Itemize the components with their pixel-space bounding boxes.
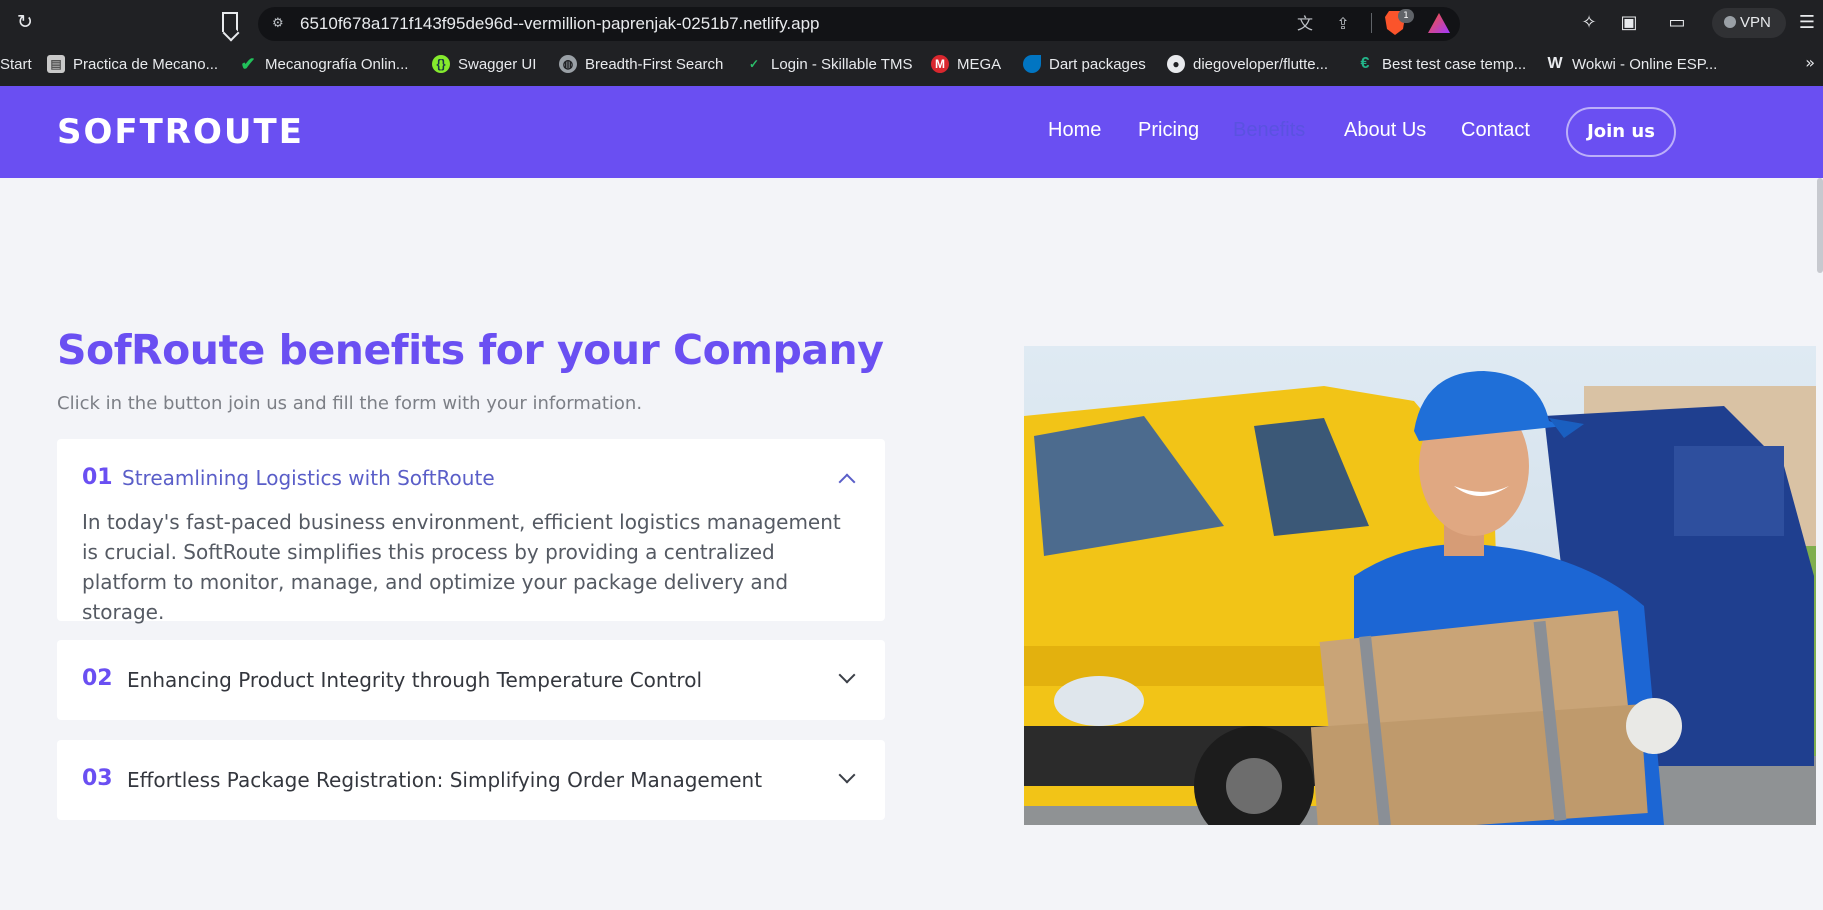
url-text[interactable]: 6510f678a171f143f95de96d--vermillion-pap… <box>300 14 820 34</box>
check-icon: ✔ <box>240 54 256 74</box>
bookmark-item[interactable]: Dart packages <box>1023 53 1146 75</box>
accordion-item[interactable]: 03 Effortless Package Registration: Simp… <box>57 740 885 820</box>
chevron-down-icon[interactable] <box>838 766 856 784</box>
bookmark-label: Dart packages <box>1049 55 1146 73</box>
chevron-up-icon[interactable] <box>838 473 856 491</box>
swagger-icon: {} <box>432 55 450 73</box>
bookmark-item[interactable]: Start <box>0 53 32 75</box>
item-number: 02 <box>82 666 113 691</box>
bookmarks-overflow-icon[interactable]: » <box>1805 53 1815 72</box>
bookmark-label: Wokwi - Online ESP... <box>1572 55 1718 73</box>
bookmark-item[interactable]: W Wokwi - Online ESP... <box>1546 53 1717 75</box>
wallet-icon[interactable]: ▭ <box>1666 12 1688 34</box>
bookmarks-bar: Start ▤ Practica de Mecano... ✔ Mecanograf… <box>0 46 1823 82</box>
site-info-icon[interactable]: ⚙ <box>272 16 288 32</box>
scrollbar-thumb[interactable] <box>1817 178 1823 273</box>
vpn-status-icon <box>1724 16 1736 28</box>
wokwi-icon: W <box>1547 55 1563 72</box>
extensions-icon[interactable]: ✧ <box>1578 12 1600 34</box>
bookmark-label: Best test case temp... <box>1382 55 1527 73</box>
brand-logo[interactable]: SOFTROUTE <box>57 112 304 152</box>
item-title: Effortless Package Registration: Simplif… <box>127 768 763 792</box>
accordion-header[interactable]: 02 Enhancing Product Integrity through T… <box>57 640 885 720</box>
shields-count-badge: 1 <box>1398 9 1414 23</box>
vpn-label: VPN <box>1740 14 1771 31</box>
reload-icon[interactable]: ↻ <box>14 11 36 33</box>
headline-bold: Company <box>673 326 884 374</box>
nav-benefits[interactable]: Benefits <box>1233 119 1305 142</box>
document-icon: ▤ <box>47 55 65 73</box>
bookmark-item[interactable]: € Best test case temp... <box>1356 53 1527 75</box>
menu-icon[interactable]: ☰ <box>1796 12 1818 34</box>
check-icon: ✓ <box>748 57 760 71</box>
nav-pricing[interactable]: Pricing <box>1138 119 1199 142</box>
bookmark-label: MEGA <box>957 55 1002 73</box>
bookmark-label: Login - Skillable TMS <box>771 55 913 73</box>
github-icon: ● <box>1167 55 1185 73</box>
bookmark-label: Breadth-First Search <box>585 55 724 73</box>
share-icon[interactable]: ⇪ <box>1332 13 1354 35</box>
mega-icon: M <box>931 55 949 73</box>
bookmark-item[interactable]: ● diegoveloper/flutte... <box>1167 53 1328 75</box>
browser-chrome: ↻ ⚙ 6510f678a171f143f95de96d--vermillion… <box>0 0 1823 86</box>
globe-icon: ◍ <box>559 55 577 73</box>
toolbar-divider <box>1371 13 1372 33</box>
bookmark-item[interactable]: ▤ Practica de Mecano... <box>47 53 218 75</box>
vpn-button[interactable]: VPN <box>1712 8 1786 38</box>
delivery-photo <box>1024 346 1816 825</box>
bookmark-item[interactable]: ✔ Mecanografía Onlin... <box>239 53 408 75</box>
sidebar-icon[interactable]: ▣ <box>1618 12 1640 34</box>
e-icon: € <box>1360 55 1370 72</box>
item-title: Enhancing Product Integrity through Temp… <box>127 668 703 692</box>
bookmark-label: diegoveloper/flutte... <box>1193 55 1329 73</box>
nav-home[interactable]: Home <box>1048 119 1101 142</box>
translate-icon[interactable]: 文 <box>1294 13 1316 35</box>
bookmark-label: Mecanografía Onlin... <box>265 55 409 73</box>
chevron-down-icon[interactable] <box>838 666 856 684</box>
join-us-button[interactable]: Join us <box>1566 107 1676 157</box>
bookmark-icon[interactable] <box>222 12 238 32</box>
accordion-header[interactable]: 03 Effortless Package Registration: Simp… <box>57 740 885 820</box>
address-bar[interactable]: ⚙ 6510f678a171f143f95de96d--vermillion-p… <box>258 7 1460 41</box>
bookmark-item[interactable]: ✓ Login - Skillable TMS <box>745 53 912 75</box>
item-title: Streamlining Logistics with SoftRoute <box>122 466 495 490</box>
page-scrollbar[interactable] <box>1817 178 1823 910</box>
bookmark-label: Start <box>0 55 32 73</box>
bookmark-item[interactable]: {} Swagger UI <box>432 53 536 75</box>
dart-icon <box>1023 55 1041 73</box>
item-number: 03 <box>82 766 113 791</box>
item-body: In today's fast-paced business environme… <box>82 510 841 624</box>
bookmark-label: Swagger UI <box>458 55 537 73</box>
bookmark-label: Practica de Mecano... <box>73 55 219 73</box>
benefits-subtitle: Click in the button join us and fill the… <box>57 393 643 414</box>
site-header: SOFTROUTE Home Pricing Benefits About Us… <box>0 86 1823 178</box>
item-number: 01 <box>82 465 113 490</box>
nav-about-us[interactable]: About Us <box>1344 119 1426 142</box>
benefits-headline: SofRoute benefits for your Company <box>57 326 884 374</box>
bookmark-item[interactable]: ◍ Breadth-First Search <box>559 53 723 75</box>
delivery-illustration <box>1024 346 1816 825</box>
browser-toolbar: ↻ ⚙ 6510f678a171f143f95de96d--vermillion… <box>0 0 1823 46</box>
headline-prefix: SofRoute benefits for your <box>57 326 674 374</box>
bookmark-item[interactable]: M MEGA <box>931 53 1001 75</box>
accordion-item: 01 Streamlining Logistics with SoftRoute… <box>57 439 885 624</box>
accordion-item[interactable]: 02 Enhancing Product Integrity through T… <box>57 640 885 720</box>
nav-contact[interactable]: Contact <box>1461 119 1530 142</box>
